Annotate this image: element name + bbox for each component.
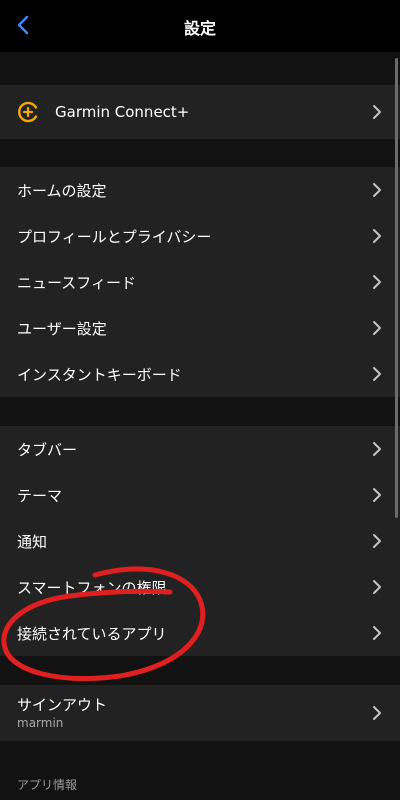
signout-group: サインアウト marmin <box>0 685 400 741</box>
connect-group: Garmin Connect+ <box>0 85 400 139</box>
garmin-connect-plus-label: Garmin Connect+ <box>55 103 190 121</box>
settings-item-notifications[interactable]: 通知 <box>0 518 400 564</box>
settings-item-user-settings[interactable]: ユーザー設定 <box>0 305 400 351</box>
garmin-connect-plus-icon <box>18 101 38 123</box>
chevron-right-icon <box>373 442 381 456</box>
settings-item-label: 通知 <box>17 532 48 551</box>
settings-screen: 設定 Garmin Connect+ ホームの設定 プロフィールとプライバシー … <box>0 0 400 800</box>
chevron-right-icon <box>373 321 381 335</box>
settings-item-label: ユーザー設定 <box>17 319 107 338</box>
chevron-right-icon <box>373 580 381 594</box>
navigation-bar: 設定 <box>0 0 400 52</box>
signout-label: サインアウト <box>17 696 108 714</box>
chevron-right-icon <box>373 183 381 197</box>
settings-item-phone-permissions[interactable]: スマートフォンの権限 <box>0 564 400 610</box>
settings-item-label: ニュースフィード <box>17 273 136 292</box>
settings-item-tab-bar[interactable]: タブバー <box>0 426 400 472</box>
settings-item-connected-apps[interactable]: 接続されているアプリ <box>0 610 400 656</box>
settings-item-label: テーマ <box>17 486 63 505</box>
app-settings-group: タブバー テーマ 通知 スマートフォンの権限 接続されているアプリ <box>0 426 400 656</box>
settings-item-newsfeed[interactable]: ニュースフィード <box>0 259 400 305</box>
settings-item-label: ホームの設定 <box>17 181 107 200</box>
chevron-right-icon <box>373 367 381 381</box>
scrollbar[interactable] <box>395 58 398 518</box>
signout-username: marmin <box>17 716 64 730</box>
chevron-right-icon <box>373 706 381 720</box>
general-settings-group: ホームの設定 プロフィールとプライバシー ニュースフィード ユーザー設定 インス… <box>0 167 400 397</box>
settings-item-label: プロフィールとプライバシー <box>17 227 212 246</box>
garmin-connect-plus-item[interactable]: Garmin Connect+ <box>0 85 400 139</box>
signout-item[interactable]: サインアウト marmin <box>0 685 400 741</box>
page-title: 設定 <box>183 19 216 38</box>
settings-item-profile-privacy[interactable]: プロフィールとプライバシー <box>0 213 400 259</box>
settings-item-label: インスタントキーボード <box>17 365 182 384</box>
chevron-right-icon <box>373 488 381 502</box>
settings-item-label: 接続されているアプリ <box>17 624 167 643</box>
settings-item-label: タブバー <box>17 440 78 459</box>
settings-item-theme[interactable]: テーマ <box>0 472 400 518</box>
chevron-right-icon <box>373 275 381 289</box>
app-info-heading: アプリ情報 <box>17 778 78 792</box>
chevron-right-icon <box>373 626 381 640</box>
settings-item-label: スマートフォンの権限 <box>17 578 167 597</box>
settings-item-home[interactable]: ホームの設定 <box>0 167 400 213</box>
chevron-right-icon <box>373 105 381 119</box>
chevron-right-icon <box>373 229 381 243</box>
chevron-right-icon <box>373 534 381 548</box>
settings-item-instant-keyboard[interactable]: インスタントキーボード <box>0 351 400 397</box>
